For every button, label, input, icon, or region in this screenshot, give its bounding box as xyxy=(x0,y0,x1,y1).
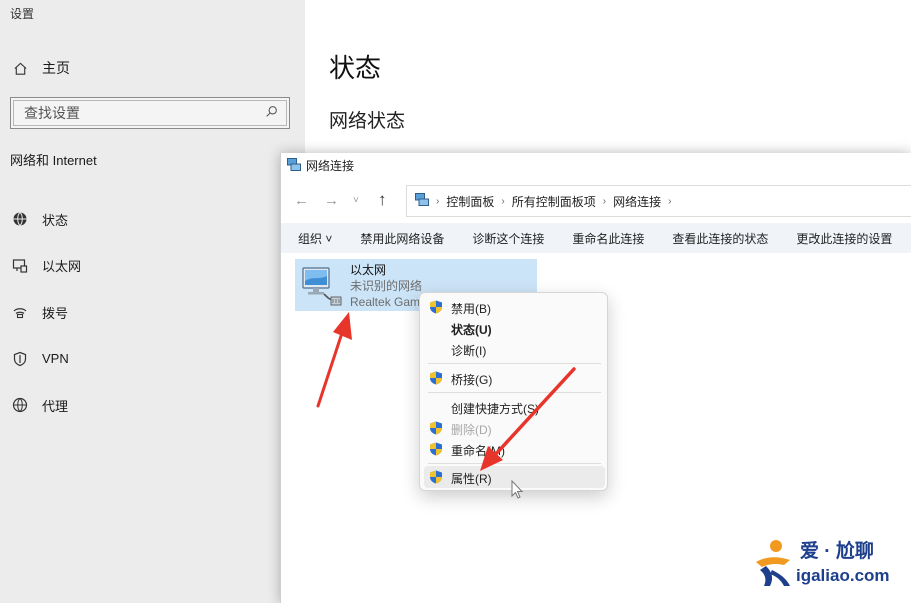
search-icon[interactable] xyxy=(265,105,278,121)
menu-label: 桥接(G) xyxy=(451,373,493,387)
watermark-brand: 爱 · 尬聊 xyxy=(800,541,874,562)
adapter-status: 未识别的网络 xyxy=(350,279,423,293)
menu-label: 创建快捷方式(S) xyxy=(451,402,539,416)
breadcrumb-separator-icon: › xyxy=(668,195,672,207)
menu-label: 禁用(B) xyxy=(451,302,491,316)
menu-label: 诊断(I) xyxy=(451,344,487,358)
uac-shield-icon xyxy=(429,442,443,456)
adapter-device: Realtek Gam xyxy=(350,295,419,309)
nav-item-ethernet[interactable]: 以太网 xyxy=(0,243,305,290)
menu-label: 状态(U) xyxy=(451,323,492,337)
uac-shield-icon xyxy=(429,470,443,484)
address-row: ← → ˅ ↑ › 控制面板 › 所有控制面板项 › 网络连接 › xyxy=(281,183,911,219)
forward-arrow-icon[interactable]: → xyxy=(324,192,339,209)
nav-label-ethernet: 以太网 xyxy=(42,259,82,275)
breadcrumb-separator-icon: › xyxy=(602,195,607,207)
view-status-button[interactable]: 查看此连接的状态 xyxy=(658,230,782,247)
section-title: 网络和 Internet xyxy=(10,153,97,168)
up-arrow-icon[interactable]: ↑ xyxy=(378,190,387,210)
breadcrumb-item[interactable]: 控制面板 xyxy=(446,193,494,210)
nav-item-dialup[interactable]: 拨号 xyxy=(0,289,305,336)
watermark-url: igaliao.com xyxy=(796,566,890,585)
ethernet-icon xyxy=(12,258,28,274)
site-watermark: 爱 · 尬聊 igaliao.com xyxy=(750,534,905,594)
nav-label-vpn: VPN xyxy=(42,351,69,367)
watermark-logo-icon xyxy=(756,540,790,586)
network-connections-icon xyxy=(287,157,301,174)
window-title: 网络连接 xyxy=(306,159,355,173)
nav-item-status[interactable]: 状态 xyxy=(0,196,305,243)
proxy-globe-icon xyxy=(12,397,28,413)
breadcrumb-separator-icon: › xyxy=(501,195,505,207)
settings-sidebar: 设置 主页 查找设置 网络和 Internet 状态 以太网 拨号 VPN 代理 xyxy=(0,0,305,603)
search-placeholder: 查找设置 xyxy=(24,105,80,121)
control-panel-icon xyxy=(415,193,429,209)
address-bar[interactable]: › 控制面板 › 所有控制面板项 › 网络连接 › xyxy=(406,185,911,217)
adapter-name: 以太网 xyxy=(350,263,387,277)
window-titlebar[interactable]: 网络连接 xyxy=(287,157,354,174)
settings-search-input[interactable]: 查找设置 xyxy=(10,97,290,129)
menu-item-create-shortcut[interactable]: 创建快捷方式(S) xyxy=(420,396,609,418)
adapter-context-menu: 禁用(B) 状态(U) 诊断(I) 桥接(G) 创建快捷方式(S) 删除(D) … xyxy=(419,292,608,491)
menu-item-status[interactable]: 状态(U) xyxy=(420,317,609,339)
globe-icon xyxy=(12,211,28,227)
change-settings-button[interactable]: 更改此连接的设置 xyxy=(782,230,906,247)
menu-label: 属性(R) xyxy=(451,472,492,486)
nav-item-vpn[interactable]: VPN xyxy=(0,336,305,383)
network-adapter-icon xyxy=(300,264,344,308)
disable-device-button[interactable]: 禁用此网络设备 xyxy=(346,230,458,247)
nav-label-dialup: 拨号 xyxy=(42,305,69,321)
rename-connection-button[interactable]: 重命名此连接 xyxy=(558,230,658,247)
nav-item-proxy[interactable]: 代理 xyxy=(0,382,305,429)
breadcrumb-item[interactable]: 网络连接 xyxy=(613,193,661,210)
menu-separator xyxy=(428,363,601,364)
network-nav-list: 状态 以太网 拨号 VPN 代理 xyxy=(0,196,305,429)
command-toolbar: 组织 ˅ 禁用此网络设备 诊断这个连接 重命名此连接 查看此连接的状态 更改此连… xyxy=(281,223,911,253)
menu-item-disable[interactable]: 禁用(B) xyxy=(420,296,609,318)
home-label: 主页 xyxy=(42,60,70,76)
menu-label: 删除(D) xyxy=(451,423,492,437)
uac-shield-icon xyxy=(429,421,443,435)
nav-label-status: 状态 xyxy=(42,212,69,228)
menu-item-properties[interactable]: 属性(R) xyxy=(424,466,605,488)
uac-shield-icon xyxy=(429,300,443,314)
menu-item-bridge[interactable]: 桥接(G) xyxy=(420,367,609,389)
back-arrow-icon[interactable]: ← xyxy=(294,192,309,209)
home-nav-item[interactable]: 主页 xyxy=(12,58,70,78)
vpn-icon xyxy=(12,351,28,367)
recent-dropdown-icon[interactable]: ˅ xyxy=(353,195,359,206)
home-icon xyxy=(12,60,28,76)
breadcrumb-item[interactable]: 所有控制面板项 xyxy=(512,193,596,210)
breadcrumb-separator-icon: › xyxy=(436,195,440,207)
menu-item-delete: 删除(D) xyxy=(420,417,609,439)
menu-separator xyxy=(428,392,601,393)
menu-item-diagnose[interactable]: 诊断(I) xyxy=(420,338,609,360)
menu-label: 重命名(M) xyxy=(451,444,505,458)
dialup-icon xyxy=(12,304,28,320)
menu-item-rename[interactable]: 重命名(M) xyxy=(420,438,609,460)
page-title: 状态 xyxy=(329,53,382,83)
page-subtitle: 网络状态 xyxy=(329,111,406,132)
diagnose-connection-button[interactable]: 诊断这个连接 xyxy=(458,230,558,247)
app-title: 设置 xyxy=(10,7,35,21)
organize-button[interactable]: 组织 ˅ xyxy=(281,230,346,247)
uac-shield-icon xyxy=(429,371,443,385)
nav-label-proxy: 代理 xyxy=(42,398,69,414)
menu-separator xyxy=(428,463,601,464)
